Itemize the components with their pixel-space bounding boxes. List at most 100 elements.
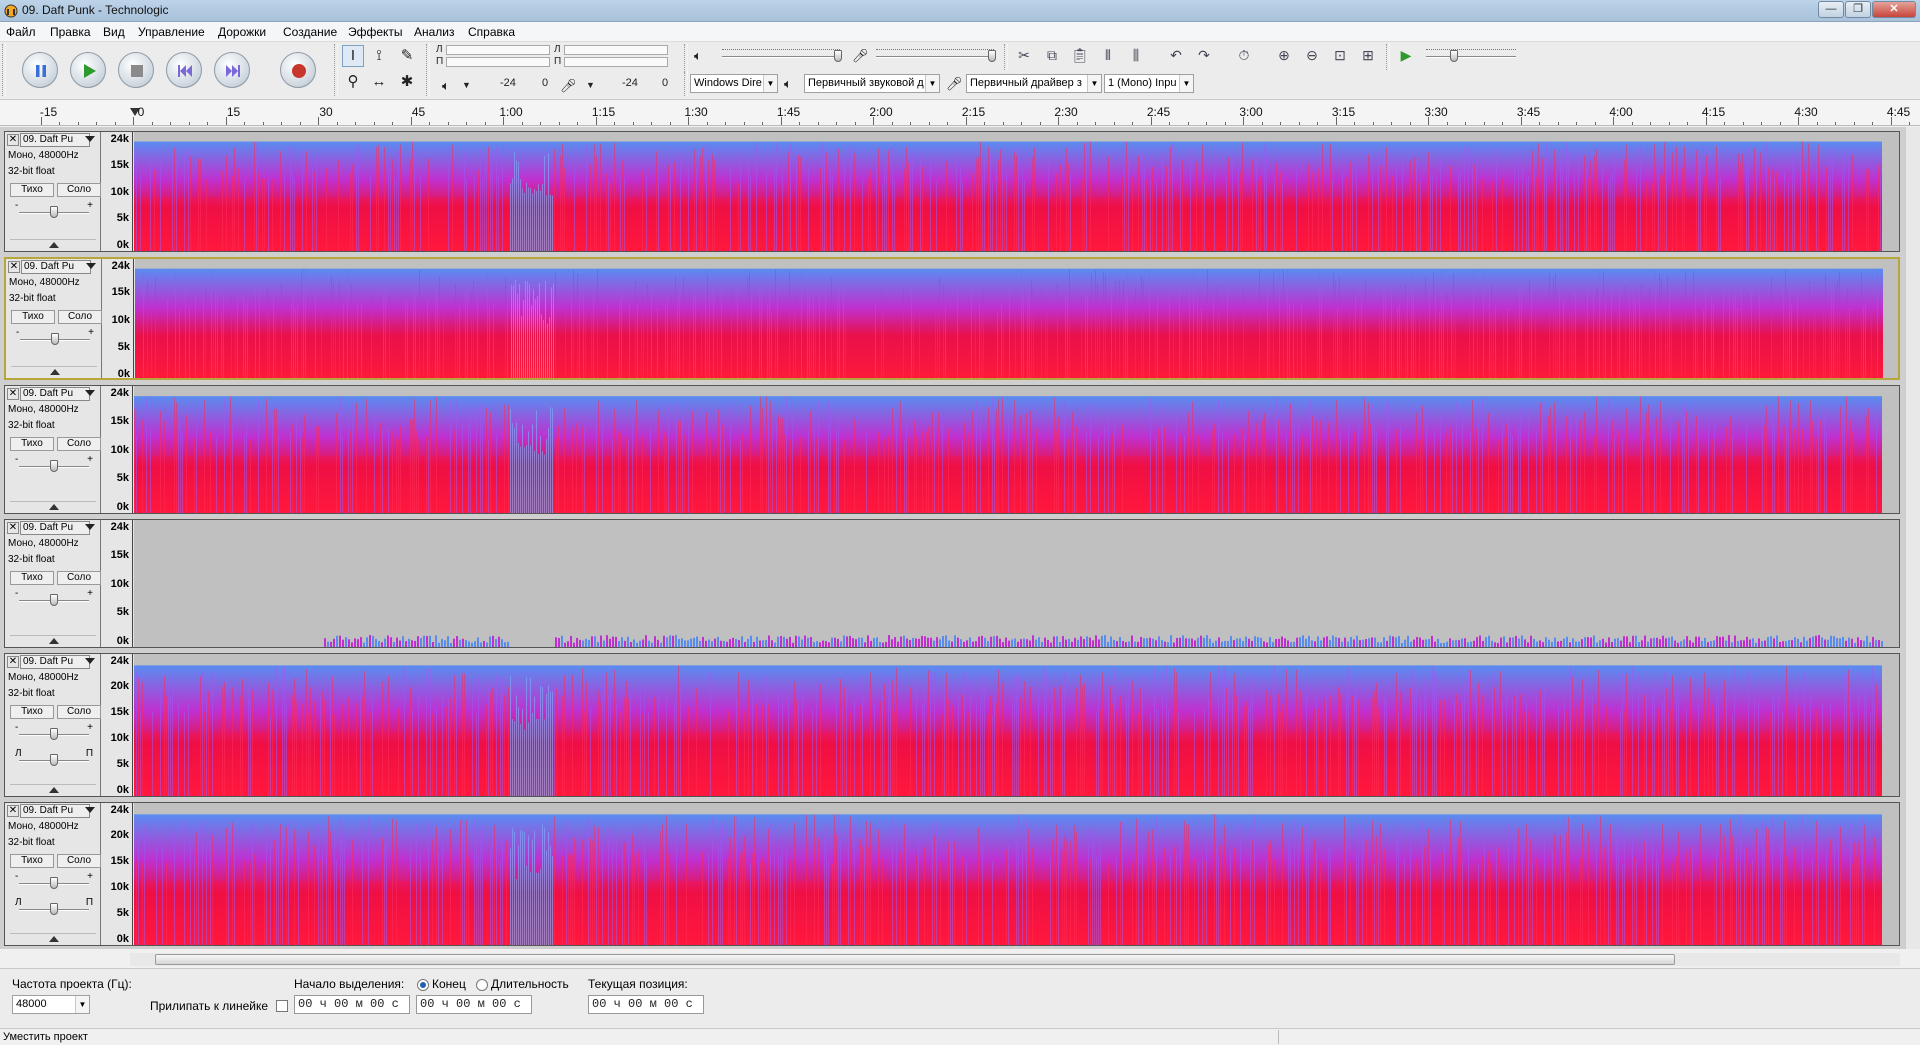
gain-slider[interactable]: - +	[15, 722, 93, 744]
project-rate-select[interactable]: 48000 ▼	[12, 995, 90, 1014]
spectrogram[interactable]	[135, 259, 1898, 378]
gain-thumb[interactable]	[50, 594, 58, 606]
solo-button[interactable]: Соло	[58, 310, 102, 324]
speaker-meter-icon[interactable]: 🔈︎	[442, 78, 450, 94]
audio-position-field[interactable]: 00 ч 00 м 00 с	[588, 995, 704, 1014]
record-meter-menu-icon[interactable]: ▼	[586, 80, 595, 90]
gain-thumb[interactable]	[50, 877, 58, 889]
vertical-scrollbar[interactable]	[1905, 127, 1920, 949]
mute-button[interactable]: Тихо	[10, 571, 54, 585]
spectrogram-area[interactable]	[134, 520, 1899, 647]
selection-start-field[interactable]: 00 ч 00 м 00 с	[294, 995, 410, 1014]
frequency-ruler[interactable]: 24k 15k 10k 5k 0k	[102, 132, 133, 251]
selection-end-field[interactable]: 00 ч 00 м 00 с	[416, 995, 532, 1014]
audio-track[interactable]: ✕ 09. Daft Pu Моно, 48000Hz 32-bit float Тих…	[4, 519, 1900, 648]
frequency-ruler[interactable]: 24k 15k 10k 5k 0k	[103, 259, 134, 380]
spectrogram[interactable]	[134, 803, 1899, 945]
menu-item-1[interactable]: Правка	[50, 25, 91, 39]
audio-track[interactable]: ✕ 09. Daft Pu Моно, 48000Hz 32-bit float Тих…	[4, 257, 1900, 380]
menu-item-6[interactable]: Эффекты	[348, 25, 403, 39]
sync-lock-icon[interactable]: ⏱	[1232, 44, 1256, 68]
menu-item-0[interactable]: Файл	[6, 25, 36, 39]
mute-button[interactable]: Тихо	[10, 183, 54, 197]
mute-button[interactable]: Тихо	[11, 310, 55, 324]
timeshift-tool-icon[interactable]: ↔	[368, 71, 390, 93]
undo-icon[interactable]: ↶	[1164, 44, 1188, 68]
menu-item-3[interactable]: Управление	[138, 25, 205, 39]
fit-project-icon[interactable]: ⊞	[1356, 44, 1380, 68]
gain-thumb[interactable]	[51, 333, 59, 345]
gain-slider[interactable]: - +	[15, 200, 93, 222]
track-control-panel[interactable]: ✕ 09. Daft Pu Моно, 48000Hz 32-bit float Тих…	[6, 259, 102, 378]
track-menu-dropdown-icon[interactable]	[85, 524, 95, 530]
frequency-ruler[interactable]: 24k 15k 10k 5k 0k	[102, 386, 133, 513]
play-at-speed-icon[interactable]: ▶	[1394, 44, 1418, 68]
audio-host-select[interactable]: Windows Dire ▼	[690, 74, 778, 93]
track-name-button[interactable]: 09. Daft Pu	[20, 655, 90, 669]
solo-button[interactable]: Соло	[57, 571, 101, 585]
close-track-icon[interactable]: ✕	[7, 656, 19, 668]
frequency-ruler[interactable]: 24k 20k 15k 10k 5k 0k	[102, 654, 133, 796]
collapse-track-button[interactable]	[10, 635, 96, 645]
input-volume-slider[interactable]	[876, 56, 994, 58]
track-menu-dropdown-icon[interactable]	[85, 390, 95, 396]
track-name-button[interactable]: 09. Daft Pu	[20, 804, 90, 818]
gain-thumb[interactable]	[50, 206, 58, 218]
track-menu-dropdown-icon[interactable]	[86, 263, 96, 269]
skip-to-start-button[interactable]	[166, 52, 202, 88]
solo-button[interactable]: Соло	[57, 854, 101, 868]
menu-item-2[interactable]: Вид	[103, 25, 125, 39]
playback-meter-menu-icon[interactable]: ▼	[462, 80, 471, 90]
gain-thumb[interactable]	[50, 728, 58, 740]
toolbar-grip[interactable]	[1386, 44, 1390, 70]
audio-track[interactable]: ✕ 09. Daft Pu Моно, 48000Hz 32-bit float Тих…	[4, 131, 1900, 252]
cut-icon[interactable]: ✂	[1012, 44, 1036, 68]
zoom-in-icon[interactable]: ⊕	[1272, 44, 1296, 68]
minimize-button[interactable]: —	[1818, 1, 1844, 18]
trim-icon[interactable]: ⫴	[1096, 44, 1120, 68]
play-speed-slider[interactable]	[1426, 56, 1516, 58]
paste-icon[interactable]: 📋︎	[1068, 44, 1092, 68]
mute-button[interactable]: Тихо	[10, 705, 54, 719]
toolbar-grip[interactable]	[426, 44, 430, 96]
track-name-button[interactable]: 09. Daft Pu	[20, 521, 90, 535]
input-channels-select[interactable]: 1 (Mono) Inpu ▼	[1104, 74, 1194, 93]
frequency-ruler[interactable]: 24k 15k 10k 5k 0k	[102, 520, 133, 647]
output-volume-thumb[interactable]	[834, 50, 842, 62]
draw-tool-icon[interactable]: ✎	[396, 45, 418, 67]
play-button[interactable]	[70, 52, 106, 88]
audio-track[interactable]: ✕ 09. Daft Pu Моно, 48000Hz 32-bit float Тих…	[4, 385, 1900, 514]
pause-button[interactable]	[22, 52, 58, 88]
zoom-tool-icon[interactable]: ⚲	[342, 71, 364, 93]
gain-slider[interactable]: - +	[15, 454, 93, 476]
output-device-select[interactable]: Первичный звуковой д ▼	[804, 74, 940, 93]
skip-to-end-button[interactable]	[214, 52, 250, 88]
fit-selection-icon[interactable]: ⊡	[1328, 44, 1352, 68]
silence-icon[interactable]: ⫼	[1124, 44, 1148, 68]
close-track-icon[interactable]: ✕	[7, 134, 19, 146]
toolbar-grip[interactable]	[334, 44, 338, 96]
track-control-panel[interactable]: ✕ 09. Daft Pu Моно, 48000Hz 32-bit float Тих…	[5, 803, 101, 945]
pan-slider[interactable]: ЛП	[15, 897, 93, 919]
stop-button[interactable]	[118, 52, 154, 88]
spectrogram-area[interactable]	[134, 654, 1899, 796]
snap-to-checkbox[interactable]	[276, 1000, 288, 1012]
collapse-track-button[interactable]	[10, 239, 96, 249]
audio-track[interactable]: ✕ 09. Daft Pu Моно, 48000Hz 32-bit float Тих…	[4, 653, 1900, 797]
copy-icon[interactable]: ⧉	[1040, 44, 1064, 68]
toolbar-grip[interactable]	[684, 72, 688, 96]
close-track-icon[interactable]: ✕	[7, 805, 19, 817]
toolbar-grip[interactable]	[2, 44, 6, 96]
record-button[interactable]	[280, 52, 316, 88]
menu-item-8[interactable]: Справка	[468, 25, 515, 39]
menu-item-5[interactable]: Создание	[283, 25, 337, 39]
solo-button[interactable]: Соло	[57, 183, 101, 197]
collapse-track-button[interactable]	[10, 784, 96, 794]
gain-slider[interactable]: - +	[15, 871, 93, 893]
input-device-select[interactable]: Первичный драйвер з ▼	[966, 74, 1102, 93]
pan-thumb[interactable]	[50, 903, 58, 915]
track-menu-dropdown-icon[interactable]	[85, 658, 95, 664]
selection-tool-icon[interactable]: I	[342, 45, 364, 67]
frequency-ruler[interactable]: 24k 20k 15k 10k 5k 0k	[102, 803, 133, 945]
spectrogram[interactable]	[134, 386, 1899, 513]
